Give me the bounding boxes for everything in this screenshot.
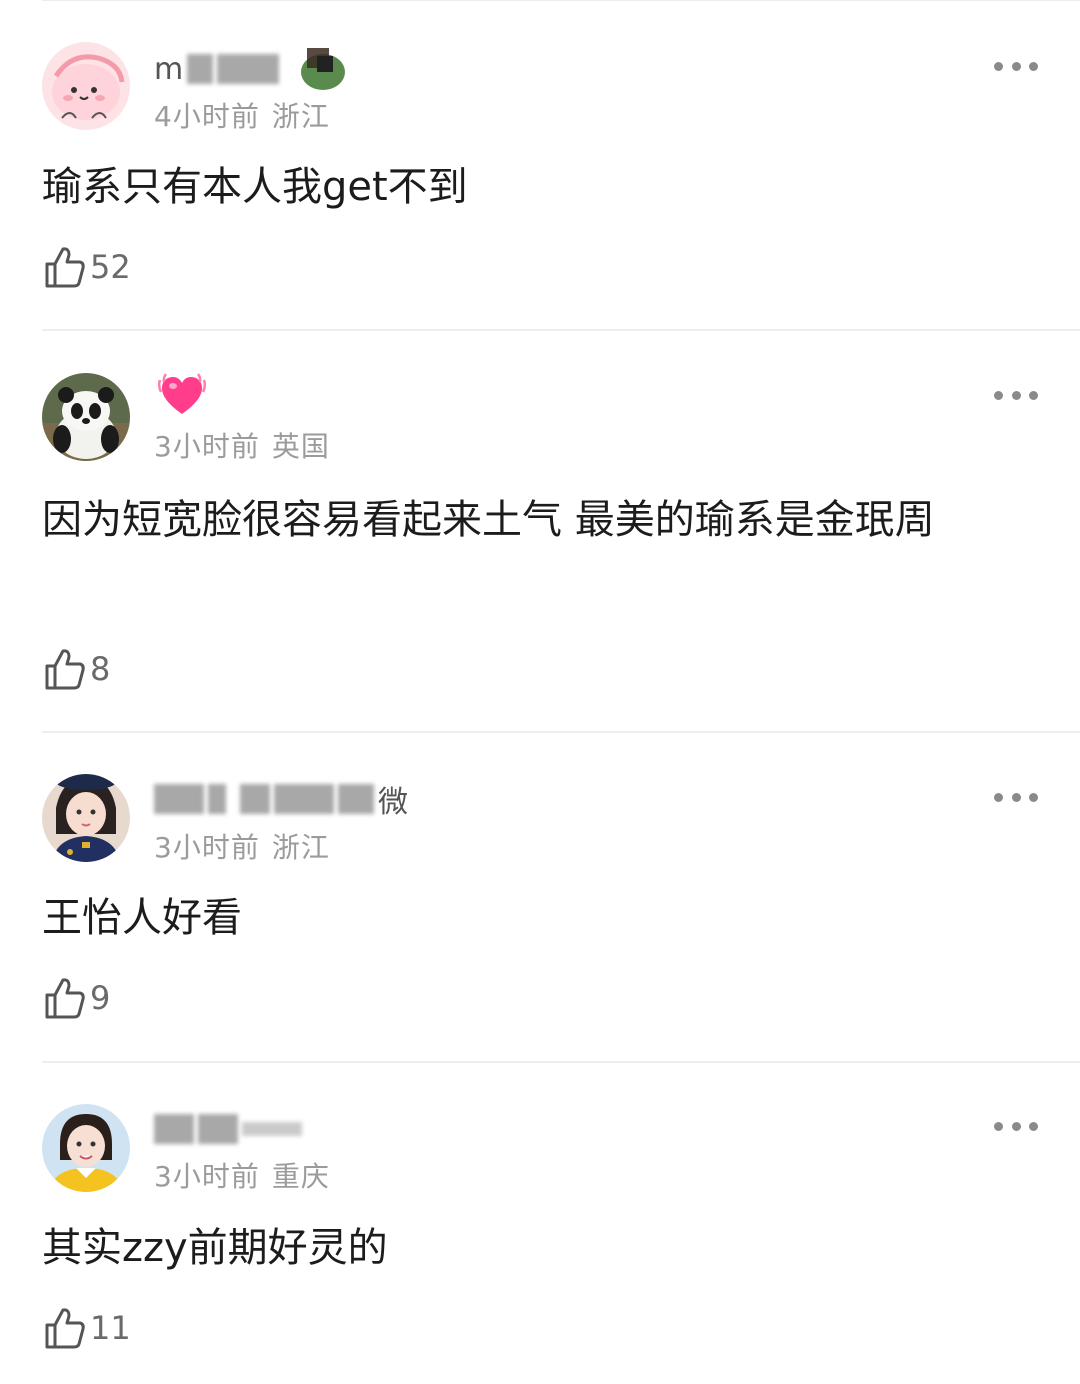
blurred-name	[198, 1114, 238, 1144]
like-button[interactable]: 8	[44, 647, 110, 691]
like-button[interactable]: 52	[44, 245, 131, 289]
thumbs-up-icon	[44, 647, 86, 691]
blurred-name	[208, 784, 226, 814]
comment-meta: 3小时前 重庆	[154, 1155, 330, 1195]
sticker-icon	[297, 42, 349, 96]
more-dots-icon[interactable]	[994, 389, 1038, 401]
comment-text: 其实zzy前期好灵的	[42, 1225, 388, 1271]
comment-divider	[42, 731, 1080, 733]
username-text: m	[154, 51, 184, 87]
blurred-name	[242, 1122, 302, 1136]
blurred-name	[338, 784, 374, 814]
comment-location: 英国	[271, 430, 330, 463]
blurred-name	[154, 784, 204, 814]
comment-time: 3小时前	[154, 1160, 260, 1193]
comment-time: 3小时前	[154, 430, 260, 463]
comment-text: 瑜系只有本人我get不到	[42, 164, 468, 210]
comment-time: 4小时前	[154, 100, 260, 133]
like-count: 8	[90, 650, 111, 688]
blurred-name	[154, 1114, 194, 1144]
blurred-name	[217, 54, 280, 84]
avatar[interactable]	[42, 1104, 130, 1192]
comment-divider	[42, 329, 1080, 331]
username[interactable]	[154, 372, 207, 424]
like-button[interactable]: 11	[44, 1306, 131, 1350]
like-button[interactable]: 9	[44, 976, 110, 1020]
comment-divider	[42, 1061, 1080, 1063]
blurred-name	[240, 784, 270, 814]
like-count: 9	[90, 979, 111, 1017]
thumbs-up-icon	[44, 1306, 86, 1350]
like-count: 52	[90, 248, 131, 286]
more-dots-icon[interactable]	[994, 1120, 1038, 1132]
username[interactable]: m	[154, 44, 349, 94]
more-dots-icon[interactable]	[994, 60, 1038, 72]
avatar[interactable]	[42, 373, 130, 461]
comment-text: 王怡人好看	[42, 895, 242, 941]
heart-icon	[157, 372, 207, 424]
avatar[interactable]	[42, 774, 130, 862]
top-divider	[42, 0, 1080, 1]
blurred-name	[187, 54, 214, 84]
thumbs-up-icon	[44, 245, 86, 289]
username[interactable]: 微	[154, 774, 412, 824]
username[interactable]	[154, 1104, 310, 1154]
comment-location: 浙江	[271, 831, 330, 864]
comment-location: 浙江	[271, 100, 330, 133]
comment-location: 重庆	[271, 1160, 330, 1193]
comment-meta: 4小时前 浙江	[154, 95, 330, 135]
username-text: 微	[378, 785, 408, 820]
comment-text: 因为短宽脸很容易看起来土气 最美的瑜系是金珉周	[42, 497, 935, 543]
avatar[interactable]	[42, 42, 130, 130]
like-count: 11	[90, 1309, 131, 1347]
comment-meta: 3小时前 浙江	[154, 826, 330, 866]
more-dots-icon[interactable]	[994, 791, 1038, 803]
thumbs-up-icon	[44, 976, 86, 1020]
comment-time: 3小时前	[154, 831, 260, 864]
blurred-name	[274, 784, 334, 814]
comment-meta: 3小时前 英国	[154, 425, 330, 465]
